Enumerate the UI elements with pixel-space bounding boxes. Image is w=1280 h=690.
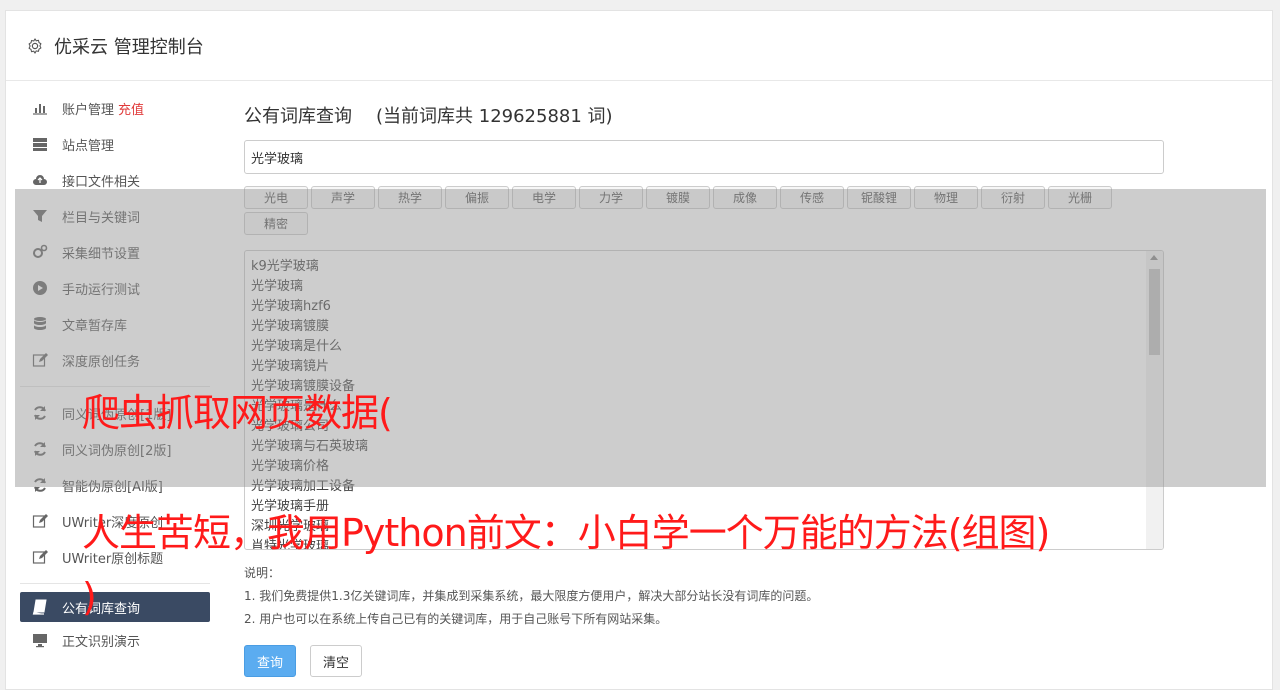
edit-icon xyxy=(32,549,48,565)
page-title: 公有词库查询 (当前词库共 129625881 词) xyxy=(244,102,1164,127)
sidebar-item-public-lexicon[interactable]: 公有词库查询 xyxy=(20,592,210,622)
sidebar-item-account[interactable]: 账户管理 充值 xyxy=(20,90,210,126)
lexicon-count: (当前词库共 129625881 词) xyxy=(376,106,613,127)
keyword-search-input[interactable] xyxy=(244,140,1164,174)
query-button[interactable]: 查询 xyxy=(244,645,297,677)
console-header: 优采云 管理控制台 xyxy=(6,11,1272,81)
notes: 说明： 1. 我们免费提供1.3亿关键词库，并集成到采集系统，最大限度方便用户，… xyxy=(244,562,1164,631)
note-line: 1. 我们免费提供1.3亿关键词库，并集成到采集系统，最大限度方便用户，解决大部… xyxy=(244,589,819,603)
gray-overlay xyxy=(15,189,1266,487)
cloud-upload-icon xyxy=(32,172,48,188)
note-line: 2. 用户也可以在系统上传自己已有的关键词库，用于自己账号下所有网站采集。 xyxy=(244,612,668,626)
sidebar-item-text-recognition[interactable]: 正文识别演示 xyxy=(20,622,210,658)
sidebar-item-label: 账户管理 xyxy=(62,102,115,118)
overlay-headline-line1: 爬虫抓取网页数据( xyxy=(82,391,393,435)
sidebar-item-label: 站点管理 xyxy=(62,138,115,154)
clear-button[interactable]: 清空 xyxy=(310,645,363,677)
sidebar-item-label: 公有词库查询 xyxy=(62,601,141,617)
book-icon xyxy=(32,599,48,615)
sidebar-item-label: 正文识别演示 xyxy=(62,634,141,650)
sidebar-item-label: 接口文件相关 xyxy=(62,174,141,190)
bar-chart-icon xyxy=(32,100,48,116)
page-title-text: 公有词库查询 xyxy=(244,106,352,127)
notes-title: 说明： xyxy=(244,566,281,580)
edit-icon xyxy=(32,513,48,529)
sidebar-divider xyxy=(20,583,210,584)
server-icon xyxy=(32,136,48,152)
overlay-headline-line3: ) xyxy=(82,575,97,619)
monitor-icon xyxy=(32,632,48,648)
overlay-headline-line2: 人生苦短，我用Python前文：小白学一个万能的方法(组图) xyxy=(82,511,1050,555)
recharge-link[interactable]: 充值 xyxy=(118,99,144,118)
sidebar-item-sites[interactable]: 站点管理 xyxy=(20,126,210,162)
console-title: 优采云 管理控制台 xyxy=(54,36,204,58)
gear-icon xyxy=(28,37,42,54)
action-buttons: 查询 清空 xyxy=(244,645,1164,677)
